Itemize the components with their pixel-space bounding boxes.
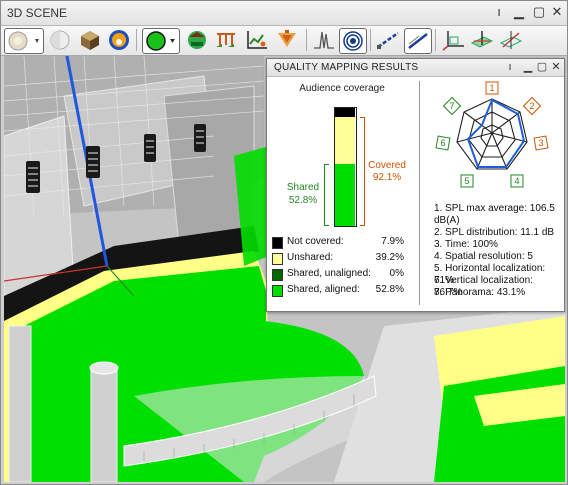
panel-divider xyxy=(419,81,420,305)
radar-label-7: 7 xyxy=(449,101,454,111)
panel-close-button[interactable]: ✕ xyxy=(549,60,563,74)
line-tool-icon xyxy=(377,31,399,49)
plane-button[interactable] xyxy=(469,28,495,52)
panel-minimize-button[interactable]: ▁ xyxy=(521,60,535,74)
sphere-button[interactable] xyxy=(47,28,73,52)
legend-value: 39.2% xyxy=(375,252,404,263)
coverage-source-icon xyxy=(109,30,129,50)
legend-not-covered: Not covered: 7.9% xyxy=(272,235,404,251)
panel-maximize-button[interactable]: ▢ xyxy=(535,60,549,74)
plane-axis-button[interactable] xyxy=(498,28,524,52)
radar-label-4: 4 xyxy=(514,176,519,186)
scene-window: 3D SCENE ı ▁ ▢ ✕ QUALITY MAPPING RESULTS… xyxy=(0,0,568,485)
box-button[interactable] xyxy=(77,28,103,52)
minimize-button[interactable]: ▁ xyxy=(511,4,527,20)
dropdown-icon xyxy=(35,39,39,43)
legend-unshared: Unshared: 39.2% xyxy=(272,251,404,267)
metric-spl-max: 1. SPL max average: 106.5 xyxy=(434,203,555,214)
line-tool-2-button[interactable] xyxy=(404,28,432,54)
legend-swatch xyxy=(272,253,283,265)
legend-name: Shared, aligned: xyxy=(287,284,360,295)
spectrum-button[interactable] xyxy=(311,28,337,52)
unshared-segment xyxy=(335,117,355,164)
legend-swatch xyxy=(272,237,283,249)
plane-icon xyxy=(470,31,494,48)
coverage-source-button[interactable] xyxy=(106,28,132,52)
close-button[interactable]: ✕ xyxy=(549,4,565,20)
window-title: 3D SCENE xyxy=(7,6,68,20)
spectrum-icon xyxy=(314,31,334,49)
quality-radar-chart: 1 2 3 4 5 6 7 xyxy=(435,81,549,188)
radar-label-2: 2 xyxy=(529,101,534,111)
target-icon xyxy=(343,31,363,51)
not-covered-segment xyxy=(335,108,355,118)
legend-shared-aligned: Shared, aligned: 52.8% xyxy=(272,283,404,299)
window-titlebar: 3D SCENE ı ▁ ▢ ✕ xyxy=(1,1,567,26)
legend-value: 52.8% xyxy=(375,284,404,295)
radar-label-5: 5 xyxy=(464,176,469,186)
pin-icon[interactable]: ı xyxy=(491,4,507,20)
legend-value: 7.9% xyxy=(381,236,404,247)
sphere-icon xyxy=(50,30,70,50)
chart-icon xyxy=(247,31,267,49)
coverage-mode-icon xyxy=(146,31,175,51)
radar-label-3: 3 xyxy=(538,138,543,148)
legend-shared-unaligned: Shared, unaligned: 0% xyxy=(272,267,404,283)
covered-value: 92.1% xyxy=(372,172,402,183)
legend-swatch xyxy=(272,269,283,281)
panel-title: QUALITY MAPPING RESULTS xyxy=(274,62,419,73)
panel-titlebar: QUALITY MAPPING RESULTS ı ▁ ▢ ✕ xyxy=(267,59,564,77)
shared-label: Shared xyxy=(286,182,320,193)
radar-label-1: 1 xyxy=(489,83,494,93)
speaker-cone-button[interactable] xyxy=(274,28,300,52)
seating-chart-button[interactable] xyxy=(244,28,270,52)
legend-name: Shared, unaligned: xyxy=(287,268,371,279)
line-tool-button[interactable] xyxy=(375,28,401,52)
box-icon xyxy=(81,31,99,50)
audience-coverage-title: Audience coverage xyxy=(299,83,385,94)
metric-spatial-resolution: 4. Spatial resolution: 5 xyxy=(434,251,533,262)
quality-mapping-panel: QUALITY MAPPING RESULTS ı ▁ ▢ ✕ Audience… xyxy=(266,58,565,312)
panel-pin-icon[interactable]: ı xyxy=(503,60,517,74)
metric-time: 3. Time: 100% xyxy=(434,239,498,250)
plane-axis-icon xyxy=(499,31,523,49)
legend-swatch xyxy=(272,285,283,297)
light-source-button[interactable] xyxy=(4,28,44,54)
venue-icon xyxy=(188,31,206,49)
shared-value: 52.8% xyxy=(288,195,318,206)
toolbar xyxy=(1,26,567,56)
speaker-array-icon xyxy=(216,33,235,47)
coverage-mode-button[interactable] xyxy=(142,28,180,54)
legend-value: 0% xyxy=(389,268,404,279)
axis-button[interactable] xyxy=(441,28,467,52)
speaker-array-button[interactable] xyxy=(213,28,239,52)
legend-name: Unshared: xyxy=(287,252,334,263)
axis-icon xyxy=(442,31,464,51)
dropdown-icon xyxy=(170,39,175,43)
venue-button[interactable] xyxy=(184,28,210,52)
metric-panorama: 7. Panorama: 43.1% xyxy=(434,287,526,298)
legend-name: Not covered: xyxy=(287,236,344,247)
shared-aligned-segment xyxy=(335,163,355,226)
speaker-cone-icon xyxy=(278,30,296,47)
metric-spl-max-unit: dB(A) xyxy=(434,215,460,226)
target-button[interactable] xyxy=(339,28,367,54)
radar-label-6: 6 xyxy=(440,138,445,148)
line-tool-2-icon xyxy=(408,33,428,49)
maximize-button[interactable]: ▢ xyxy=(531,4,547,20)
light-source-icon xyxy=(8,31,39,51)
metric-spl-distribution: 2. SPL distribution: 11.1 dB xyxy=(434,227,555,238)
